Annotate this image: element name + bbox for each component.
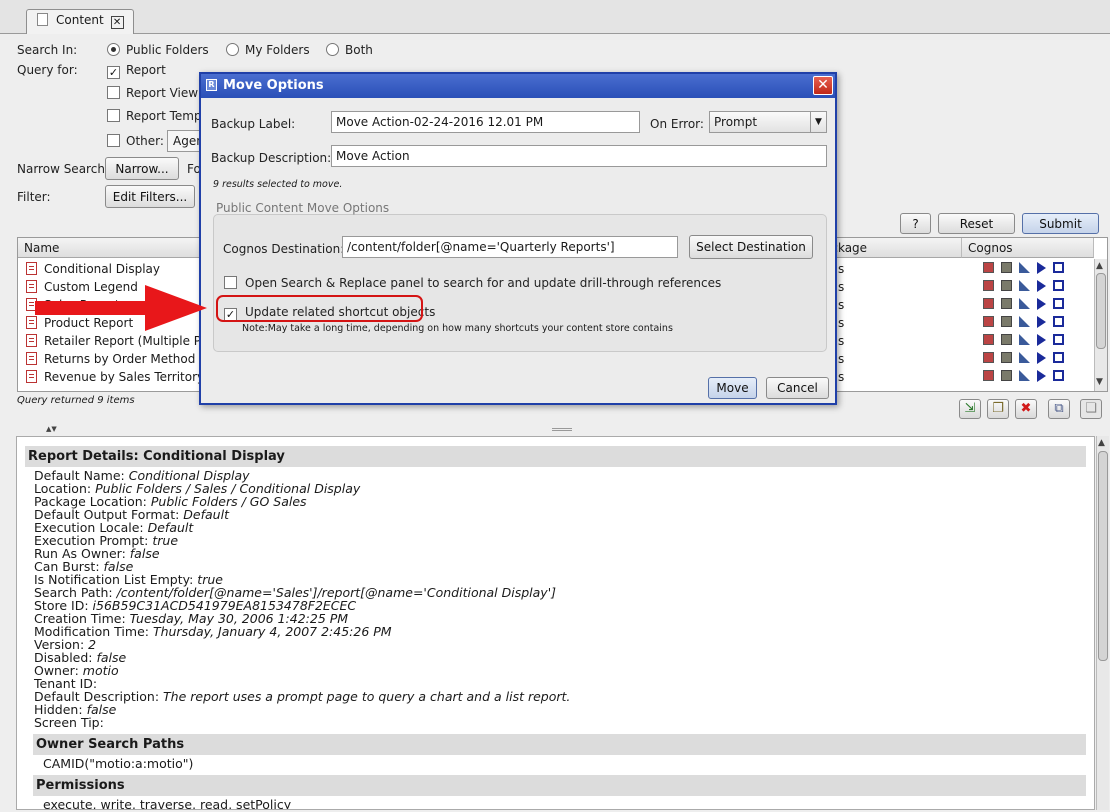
cognos-action-icons[interactable] — [983, 262, 1071, 276]
selected-count-note: 9 results selected to move. — [213, 179, 343, 190]
duplicate-icon: ❏ — [1080, 399, 1102, 419]
owner-search-paths-header: Owner Search Paths — [33, 734, 1086, 755]
collapse-icon[interactable]: ▲▼ — [46, 425, 57, 433]
tab-content[interactable]: Content ✕ — [26, 9, 134, 34]
report-template-checkbox[interactable]: Report Temp — [107, 109, 202, 123]
cancel-button[interactable]: Cancel — [766, 377, 829, 399]
move-options-dialog: R Move Options ✕ Backup Label: Move Acti… — [199, 72, 837, 405]
narrow-button[interactable]: Narrow... — [105, 157, 179, 180]
cognos-destination-label: Cognos Destination: — [223, 242, 345, 256]
backup-description-label: Backup Description: — [211, 151, 332, 165]
open-search-replace-checkbox[interactable]: Open Search & Replace panel to search fo… — [224, 276, 721, 290]
other-type-select[interactable]: Agen — [167, 130, 201, 152]
app-icon: R — [206, 79, 217, 91]
splitter-grip-icon[interactable] — [552, 428, 572, 431]
scroll-up-icon[interactable]: ▲ — [1098, 438, 1105, 448]
checkbox-icon — [107, 86, 120, 99]
chevron-down-icon[interactable]: ▼ — [810, 112, 826, 132]
document-icon — [37, 13, 48, 26]
report-icon — [26, 352, 37, 365]
checkbox-icon — [107, 134, 120, 147]
report-details-panel: Report Details: Conditional Display Defa… — [16, 436, 1095, 810]
permissions-header: Permissions — [33, 775, 1086, 796]
tab-label: Content — [56, 13, 104, 27]
report-icon — [26, 334, 37, 347]
checkmark-icon: ✓ — [107, 66, 120, 79]
move-icon[interactable]: ⧉ — [1048, 399, 1070, 419]
submit-button[interactable]: Submit — [1022, 213, 1099, 234]
splitter[interactable]: ▲▼ — [0, 425, 1110, 435]
dialog-title: Move Options — [223, 78, 324, 93]
cognos-action-icons[interactable] — [983, 334, 1071, 348]
copy-icon[interactable]: ❐ — [987, 399, 1009, 419]
radio-icon — [107, 43, 120, 56]
report-icon — [26, 262, 37, 275]
scroll-up-icon[interactable]: ▲ — [1096, 261, 1103, 271]
column-header-cognos[interactable]: Cognos — [962, 238, 1094, 258]
owner-search-path: CAMID("motio:a:motio") — [43, 756, 194, 771]
filter-label: Filter: — [17, 190, 51, 204]
backup-label-label: Backup Label: — [211, 117, 296, 131]
public-content-move-options-group: Public Content Move Options Cognos Desti… — [213, 201, 827, 352]
report-icon — [26, 370, 37, 383]
details-scrollbar[interactable]: ▲ — [1096, 436, 1109, 810]
permissions-list: execute, write, traverse, read, setPolic… — [43, 797, 292, 810]
radio-icon — [226, 43, 239, 56]
dialog-title-bar[interactable]: R Move Options ✕ — [201, 74, 835, 98]
export-icon[interactable]: ⇲ — [959, 399, 981, 419]
edit-filters-button[interactable]: Edit Filters... — [105, 185, 195, 208]
select-destination-button[interactable]: Select Destination — [689, 235, 813, 259]
delete-icon[interactable]: ✖ — [1015, 399, 1037, 419]
narrow-search-label: Narrow Search: — [17, 162, 109, 176]
scroll-thumb[interactable] — [1098, 451, 1108, 661]
scroll-thumb[interactable] — [1096, 273, 1106, 349]
cognos-destination-input[interactable]: /content/folder[@name='Quarterly Reports… — [342, 236, 678, 258]
details-title: Report Details: Conditional Display — [25, 446, 1086, 467]
tab-strip — [0, 0, 1110, 34]
checkbox-icon — [224, 276, 237, 289]
cognos-action-icons[interactable] — [983, 280, 1071, 294]
annotation-arrow-icon — [35, 285, 207, 331]
cognos-action-icons[interactable] — [983, 298, 1071, 312]
on-error-select[interactable]: Prompt ▼ — [709, 111, 827, 133]
detail-field: Screen Tip: — [34, 715, 104, 730]
close-tab-icon[interactable]: ✕ — [110, 16, 124, 29]
backup-description-input[interactable]: Move Action — [331, 145, 827, 167]
search-in-label: Search In: — [17, 43, 78, 57]
other-checkbox[interactable]: Other: — [107, 134, 164, 148]
report-checkbox[interactable]: ✓ Report — [107, 63, 166, 79]
report-view-checkbox[interactable]: Report View — [107, 86, 198, 100]
dialog-close-icon[interactable]: ✕ — [813, 76, 833, 95]
query-for-label: Query for: — [17, 63, 78, 77]
scope-both[interactable]: Both — [326, 43, 373, 57]
move-button[interactable]: Move — [708, 377, 757, 399]
highlight-box — [216, 295, 423, 322]
scope-public-folders[interactable]: Public Folders — [107, 43, 209, 57]
group-title: Public Content Move Options — [216, 201, 390, 215]
reset-button[interactable]: Reset — [938, 213, 1015, 234]
scroll-down-icon[interactable]: ▼ — [1096, 377, 1103, 387]
update-shortcuts-note: Note:May take a long time, depending on … — [242, 323, 673, 334]
help-button[interactable]: ? — [900, 213, 931, 234]
radio-icon — [326, 43, 339, 56]
cognos-action-icons[interactable] — [983, 352, 1071, 366]
column-header-package[interactable]: ackage — [818, 238, 962, 258]
query-status: Query returned 9 items — [17, 395, 135, 406]
scope-my-folders[interactable]: My Folders — [226, 43, 310, 57]
checkbox-icon — [107, 109, 120, 122]
on-error-label: On Error: — [650, 117, 704, 131]
table-scrollbar[interactable]: ▲ ▼ — [1094, 259, 1107, 391]
cognos-action-icons[interactable] — [983, 370, 1071, 384]
cognos-action-icons[interactable] — [983, 316, 1071, 330]
backup-label-input[interactable]: Move Action-02-24-2016 12.01 PM — [331, 111, 640, 133]
